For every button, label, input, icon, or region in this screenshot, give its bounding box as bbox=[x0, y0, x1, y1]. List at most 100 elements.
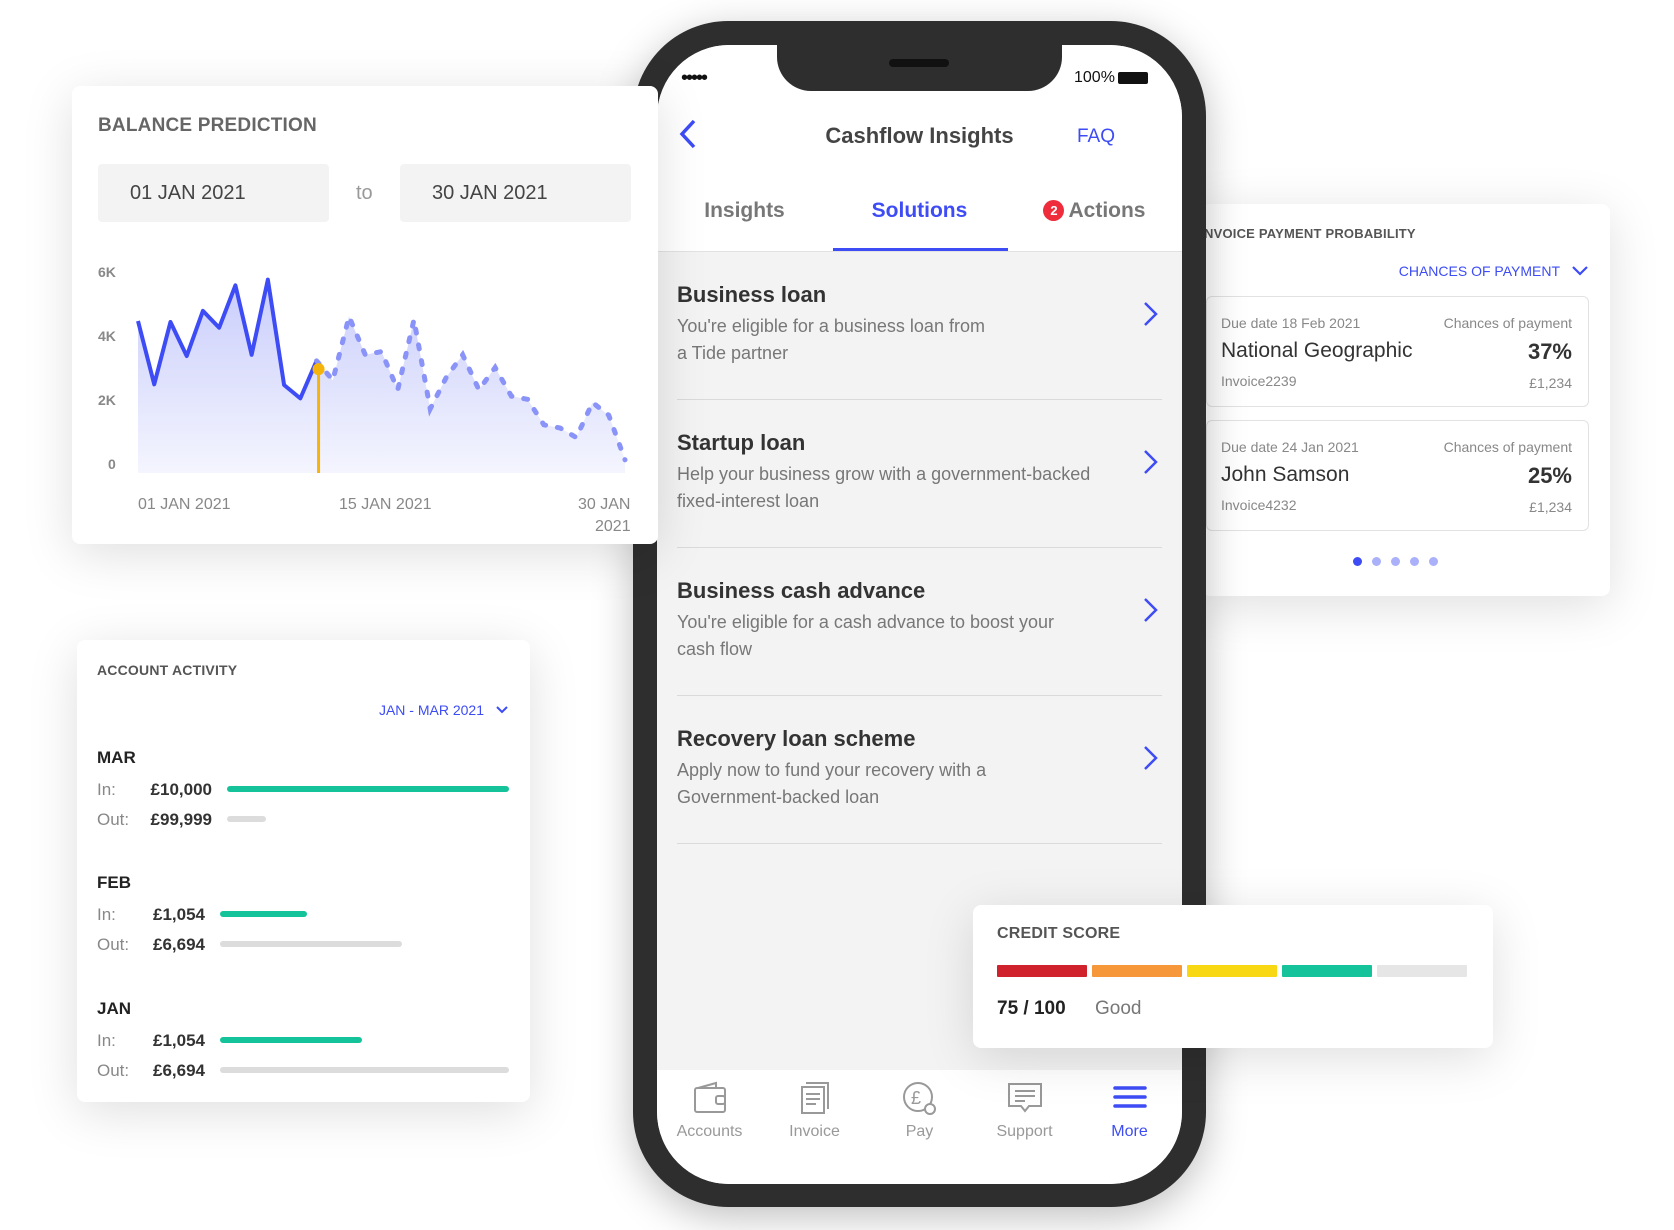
nav-accounts[interactable]: Accounts bbox=[657, 1080, 762, 1141]
actions-badge: 2 bbox=[1043, 200, 1065, 221]
invoice-amount: £1,234 bbox=[1529, 499, 1572, 515]
chance-label: Chances of payment bbox=[1443, 439, 1572, 455]
solution-item-business-loan[interactable]: Business loan You're eligible for a busi… bbox=[677, 252, 1162, 400]
battery-label: 100% bbox=[1074, 69, 1115, 86]
tab-solutions[interactable]: Solutions bbox=[832, 199, 1007, 223]
month-label: JAN bbox=[97, 999, 132, 1018]
today-marker-dot bbox=[312, 363, 325, 376]
card-title: CREDIT SCORE bbox=[997, 925, 1121, 942]
battery-status: 100% bbox=[1074, 69, 1148, 87]
tab-insights[interactable]: Insights bbox=[657, 199, 832, 223]
balance-prediction-card: BALANCE PREDICTION 01 JAN 2021 to 30 JAN… bbox=[72, 86, 658, 544]
page-dot[interactable] bbox=[1391, 557, 1400, 566]
x-tick: 2021 bbox=[595, 518, 631, 535]
battery-icon bbox=[1117, 72, 1148, 84]
chart-area bbox=[138, 279, 625, 473]
month-label: FEB bbox=[97, 873, 131, 892]
solution-item-recovery-loan[interactable]: Recovery loan scheme Apply now to fund y… bbox=[677, 696, 1162, 844]
sort-dropdown[interactable]: CHANCES OF PAYMENT bbox=[1399, 263, 1588, 279]
chevron-right-icon bbox=[1144, 598, 1158, 622]
in-amount: £1,054 bbox=[153, 905, 205, 924]
item-desc: Help your business grow with a governmen… bbox=[677, 464, 1091, 511]
chevron-right-icon bbox=[1144, 746, 1158, 770]
in-label: In: bbox=[97, 1031, 116, 1050]
page-dot-active[interactable] bbox=[1353, 557, 1362, 566]
in-amount: £10,000 bbox=[150, 780, 212, 799]
invoice-icon bbox=[800, 1082, 829, 1114]
due-date: Due date 18 Feb 2021 bbox=[1221, 315, 1361, 331]
pound-pay-icon: £ bbox=[902, 1082, 936, 1115]
item-title: Startup loan bbox=[677, 430, 806, 455]
out-bar bbox=[220, 1067, 509, 1073]
invoice-ref: Invoice2239 bbox=[1221, 373, 1297, 389]
x-tick: 15 JAN 2021 bbox=[339, 496, 432, 513]
chevron-down-icon bbox=[1572, 266, 1588, 276]
chance-percent: 37% bbox=[1527, 339, 1572, 364]
invoice-payment-card: NVOICE PAYMENT PROBABILITY CHANCES OF PA… bbox=[1202, 204, 1610, 596]
score-rating: Good bbox=[1095, 998, 1142, 1019]
item-title: Recovery loan scheme bbox=[677, 726, 916, 751]
notch bbox=[777, 45, 1062, 91]
balance-chart bbox=[136, 277, 628, 473]
score-segment bbox=[1282, 965, 1372, 977]
invoice-amount: £1,234 bbox=[1529, 375, 1572, 391]
nav-more[interactable]: More bbox=[1077, 1080, 1182, 1141]
chance-label: Chances of payment bbox=[1443, 315, 1572, 331]
tab-label: Actions bbox=[1068, 199, 1146, 222]
svg-text:£: £ bbox=[911, 1088, 921, 1108]
out-label: Out: bbox=[97, 1061, 130, 1080]
faq-link[interactable]: FAQ bbox=[1077, 126, 1115, 148]
solution-item-cash-advance[interactable]: Business cash advance You're eligible fo… bbox=[677, 548, 1162, 696]
out-amount: £99,999 bbox=[150, 810, 212, 829]
nav-support[interactable]: Support bbox=[972, 1080, 1077, 1141]
out-amount: £6,694 bbox=[153, 1061, 205, 1080]
out-bar bbox=[227, 816, 267, 822]
item-desc: Apply now to fund your recovery with a G… bbox=[677, 760, 987, 807]
x-tick: 01 JAN 2021 bbox=[138, 496, 231, 513]
in-amount: £1,054 bbox=[153, 1031, 205, 1050]
client-name: John Samson bbox=[1221, 463, 1350, 486]
item-title: Business loan bbox=[677, 282, 827, 307]
item-desc: You're eligible for a business loan from… bbox=[677, 316, 985, 363]
wallet-icon bbox=[693, 1081, 726, 1113]
client-name: National Geographic bbox=[1221, 339, 1413, 362]
x-tick: 30 JAN bbox=[578, 496, 631, 513]
chevron-down-icon bbox=[496, 706, 508, 714]
score-segment bbox=[1092, 965, 1182, 977]
score-segment bbox=[1377, 965, 1467, 977]
chat-icon bbox=[1007, 1083, 1042, 1113]
page-dot[interactable] bbox=[1410, 557, 1419, 566]
solution-item-startup-loan[interactable]: Startup loan Help your business grow wit… bbox=[677, 400, 1162, 548]
range-dropdown[interactable]: JAN - MAR 2021 bbox=[379, 702, 508, 718]
invoice-item[interactable]: Due date 18 Feb 2021 Chances of payment … bbox=[1206, 296, 1589, 407]
score-value: 75 / 100 bbox=[997, 998, 1066, 1019]
in-label: In: bbox=[97, 905, 116, 924]
invoice-item[interactable]: Due date 24 Jan 2021 Chances of payment … bbox=[1206, 420, 1589, 531]
in-label: In: bbox=[97, 780, 116, 799]
out-amount: £6,694 bbox=[153, 935, 205, 954]
card-title: NVOICE PAYMENT PROBABILITY bbox=[1204, 226, 1416, 241]
nav-invoice[interactable]: Invoice bbox=[762, 1080, 867, 1141]
nav-pay[interactable]: £ Pay bbox=[867, 1080, 972, 1141]
month-label: MAR bbox=[97, 748, 136, 767]
in-bar bbox=[220, 911, 307, 917]
out-bar bbox=[220, 941, 403, 947]
signal-icon: ••••• bbox=[681, 67, 708, 89]
sort-label: CHANCES OF PAYMENT bbox=[1398, 263, 1560, 279]
score-segment bbox=[1187, 965, 1277, 977]
in-bar bbox=[227, 786, 509, 792]
tab-actions[interactable]: 2 Actions bbox=[1007, 199, 1182, 223]
credit-score-card: CREDIT SCORE 75 / 100 Good bbox=[973, 905, 1493, 1048]
item-title: Business cash advance bbox=[677, 578, 926, 603]
active-tab-indicator bbox=[833, 248, 1008, 251]
score-segment bbox=[997, 965, 1087, 977]
bottom-nav: Accounts Invoice £ Pay Support More bbox=[657, 1070, 1182, 1184]
item-desc: You're eligible for a cash advance to bo… bbox=[677, 612, 1055, 659]
due-date: Due date 24 Jan 2021 bbox=[1221, 439, 1359, 455]
range-label: JAN - MAR 2021 bbox=[378, 702, 484, 718]
card-title: ACCOUNT ACTIVITY bbox=[97, 662, 238, 678]
out-label: Out: bbox=[97, 935, 130, 954]
page-dot[interactable] bbox=[1372, 557, 1381, 566]
page-dot[interactable] bbox=[1429, 557, 1438, 566]
chance-percent: 25% bbox=[1527, 463, 1572, 488]
